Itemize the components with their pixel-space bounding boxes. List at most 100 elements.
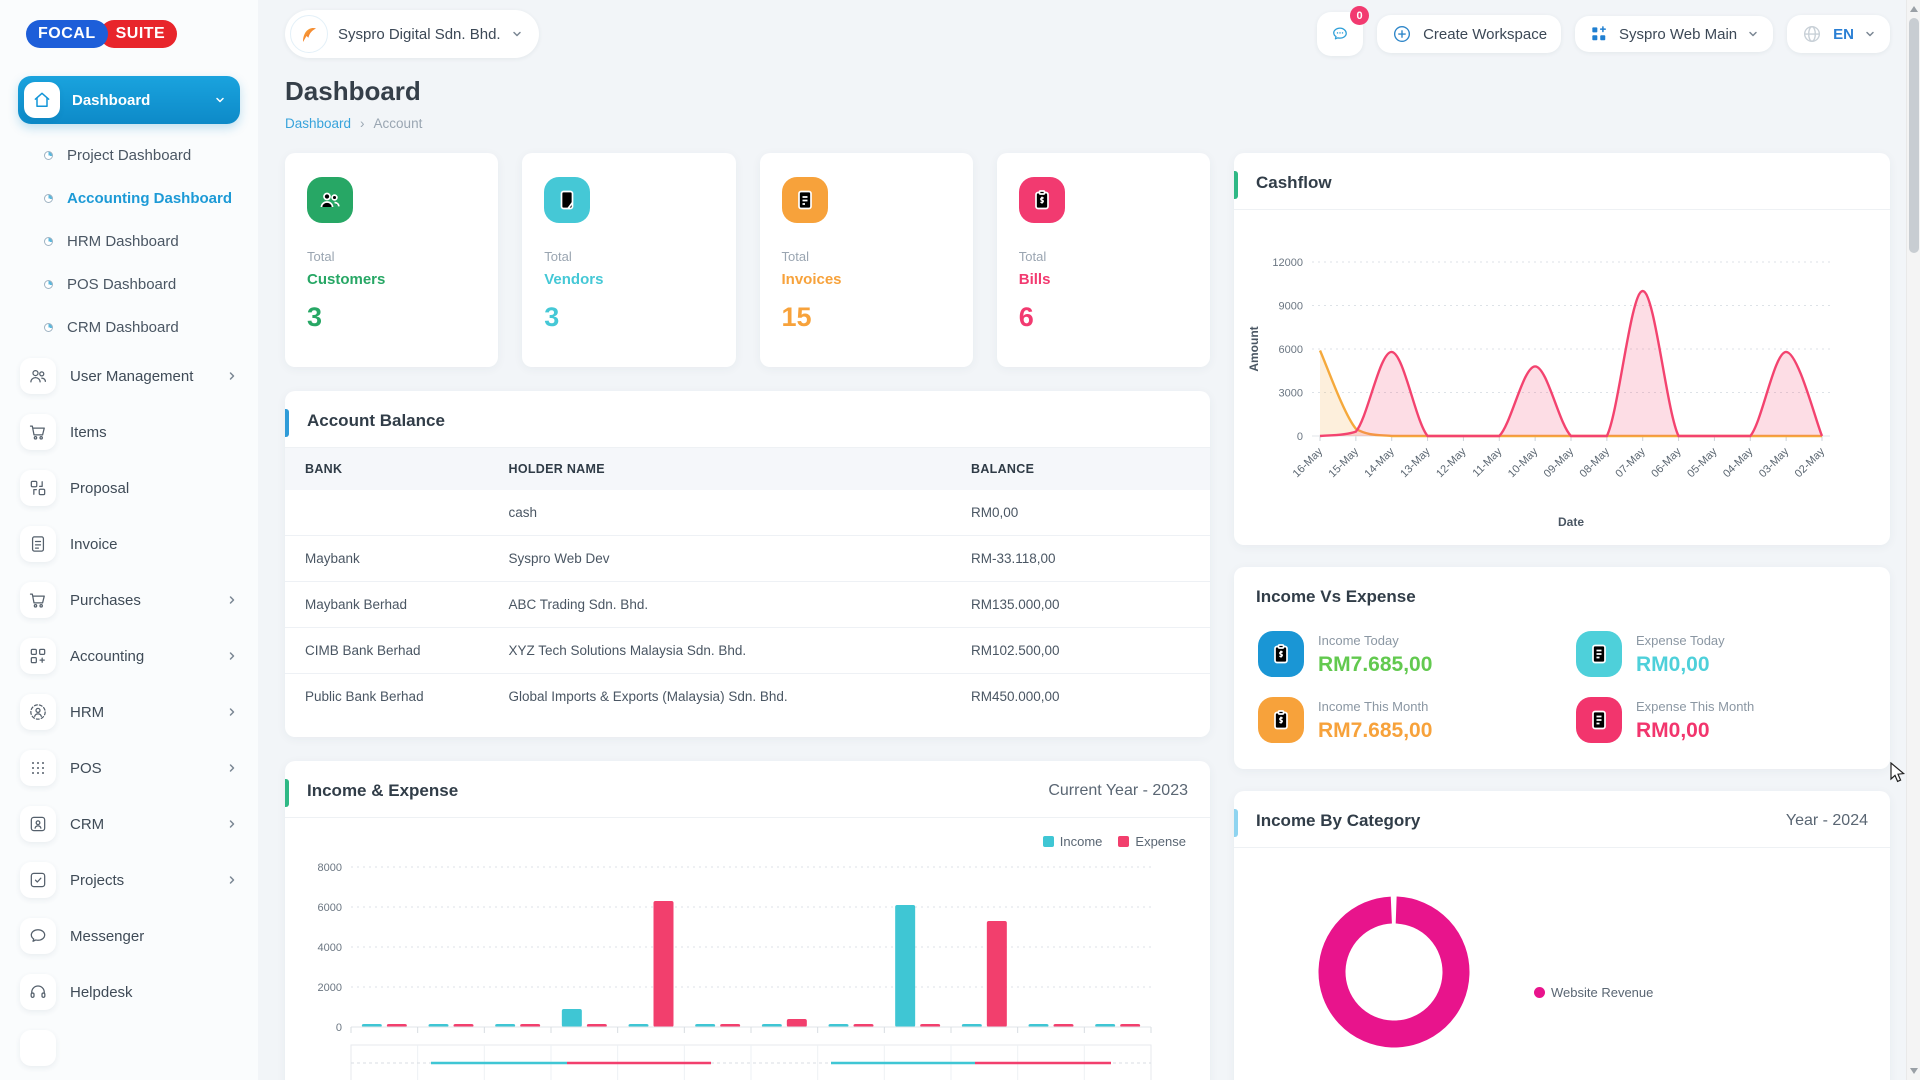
breadcrumb-dashboard[interactable]: Dashboard bbox=[285, 116, 351, 131]
sidebar-item-invoice[interactable]: Invoice bbox=[18, 521, 240, 567]
cell-bank: Maybank bbox=[285, 535, 489, 582]
messages-button[interactable]: 0 bbox=[1317, 6, 1370, 56]
stat-card-vendors: Total Vendors 3 bbox=[522, 153, 736, 367]
legend-dot bbox=[1534, 986, 1545, 998]
expense-file-icon bbox=[1576, 631, 1622, 677]
page-title: Dashboard bbox=[285, 76, 421, 106]
customers-icon bbox=[307, 177, 353, 223]
stat-card-bills: Total Bills 6 bbox=[996, 153, 1210, 367]
page-scrollbar[interactable] bbox=[1906, 0, 1920, 1080]
stat-card-invoices: Total Invoices 15 bbox=[759, 153, 973, 367]
cell-balance: RM450.000,00 bbox=[971, 689, 1060, 704]
grid-plus-icon bbox=[1592, 26, 1607, 41]
cell-holder: ABC Trading Sdn. Bhd. bbox=[488, 581, 951, 628]
svg-text:8000: 8000 bbox=[318, 862, 342, 874]
cell-holder: Syspro Web Dev bbox=[488, 535, 951, 582]
mouse-cursor bbox=[1890, 762, 1906, 783]
svg-text:9000: 9000 bbox=[1279, 301, 1303, 313]
bullet-icon bbox=[44, 280, 53, 289]
stat-prefix: Total bbox=[544, 249, 572, 264]
folder-icon bbox=[20, 1030, 56, 1066]
accent-bar bbox=[1234, 809, 1238, 837]
scrollbar-thumb[interactable] bbox=[1909, 18, 1919, 253]
dashboard-content: Total Customers 3 Total Vendors 3 Total … bbox=[285, 153, 1890, 1080]
ive-label: Expense This Month bbox=[1636, 698, 1755, 714]
app-logo: FOCAL SUITE bbox=[26, 20, 240, 48]
sidebar-item-user-management[interactable]: User Management bbox=[18, 353, 240, 399]
scroll-down-icon[interactable] bbox=[1910, 1068, 1918, 1074]
cell-balance: RM135.000,00 bbox=[951, 581, 1210, 628]
sidebar-item-projects[interactable]: Projects bbox=[18, 857, 240, 903]
cashflow-card: Cashflow 0 3000 6000 9000 12000 16-May 15-May 1… bbox=[1234, 153, 1890, 545]
legend-expense: Expense bbox=[1118, 834, 1186, 849]
cell-holder: XYZ Tech Solutions Malaysia Sdn. Bhd. bbox=[488, 627, 951, 674]
breadcrumb-separator: › bbox=[360, 116, 365, 131]
create-workspace-button[interactable]: Create Workspace bbox=[1377, 15, 1562, 53]
chevron-down-icon bbox=[512, 31, 521, 37]
income-today: Income Today RM7.685,00 bbox=[1258, 631, 1548, 677]
sidebar-item-proposal[interactable]: Proposal bbox=[18, 465, 240, 511]
table-row: Maybank Berhad ABC Trading Sdn. Bhd. RM135… bbox=[285, 581, 1210, 628]
donut-area: Website Revenue bbox=[1234, 848, 1890, 1080]
ive-label: Income This Month bbox=[1318, 698, 1429, 714]
income-vs-expense-card: Income Vs Expense Income Today RM7.685,00… bbox=[1234, 567, 1890, 769]
sidebar-item-partial[interactable] bbox=[18, 1025, 240, 1071]
sidebar-item-label: CRM Dashboard bbox=[67, 319, 179, 336]
sidebar-item-label: Accounting bbox=[70, 647, 145, 665]
svg-text:06-May: 06-May bbox=[1649, 445, 1684, 480]
sidebar-item-accounting-dashboard[interactable]: Accounting Dashboard bbox=[18, 177, 240, 220]
sidebar-item-messenger[interactable]: Messenger bbox=[18, 913, 240, 959]
sidebar-item-accounting[interactable]: Accounting bbox=[18, 633, 240, 679]
sidebar-item-label: Purchases bbox=[70, 591, 141, 609]
cell-holder: Global Imports & Exports (Malaysia) Sdn.… bbox=[508, 689, 788, 704]
income-vs-expense-title: Income Vs Expense bbox=[1256, 587, 1416, 606]
sidebar-item-purchases[interactable]: Purchases bbox=[18, 577, 240, 623]
dots-grid-icon bbox=[20, 750, 56, 786]
sidebar-item-hrm-dashboard[interactable]: HRM Dashboard bbox=[18, 220, 240, 263]
sidebar-item-label: HRM Dashboard bbox=[67, 233, 179, 250]
income-expense-title: Income & Expense bbox=[307, 781, 459, 800]
cell-bank: Public Bank Berhad bbox=[305, 689, 424, 704]
svg-text:08-May: 08-May bbox=[1578, 445, 1613, 480]
chevron-down-icon bbox=[1749, 31, 1757, 37]
svg-text:05-May: 05-May bbox=[1685, 445, 1720, 480]
sidebar-item-hrm[interactable]: HRM bbox=[18, 689, 240, 735]
svg-text:12-May: 12-May bbox=[1434, 445, 1469, 480]
accent-bar bbox=[285, 779, 289, 807]
chevron-right-icon bbox=[229, 652, 235, 660]
ive-label: Expense Today bbox=[1636, 632, 1725, 648]
sidebar-item-pos-dashboard[interactable]: POS Dashboard bbox=[18, 263, 240, 306]
sidebar-item-dashboard[interactable]: Dashboard bbox=[18, 76, 240, 124]
app-switcher[interactable]: Syspro Web Main bbox=[1575, 16, 1774, 52]
sidebar-item-items[interactable]: Items bbox=[18, 409, 240, 455]
svg-text:11-May: 11-May bbox=[1471, 445, 1505, 479]
income-by-category-title: Income By Category bbox=[1256, 811, 1421, 830]
plus-circle-icon bbox=[1394, 25, 1411, 43]
table-row: Public Bank Berhad Global Imports & Expor… bbox=[285, 674, 1210, 720]
legend-income: Income bbox=[1042, 834, 1102, 849]
scroll-up-icon[interactable] bbox=[1910, 6, 1918, 12]
globe-icon bbox=[1804, 25, 1821, 43]
income-this-month: Income This Month RM7.685,00 bbox=[1258, 697, 1548, 743]
chevron-right-icon bbox=[229, 372, 235, 380]
check-square-icon bbox=[20, 862, 56, 898]
sidebar-item-helpdesk[interactable]: Helpdesk bbox=[18, 969, 240, 1015]
chevron-down-icon bbox=[1866, 31, 1874, 37]
workspace-logo-icon bbox=[290, 15, 328, 53]
grid-plus-icon bbox=[20, 638, 56, 674]
legend-label: Website Revenue bbox=[1551, 984, 1654, 1000]
language-selector[interactable]: EN bbox=[1787, 15, 1890, 53]
sidebar-item-crm[interactable]: CRM bbox=[18, 801, 240, 847]
home-icon bbox=[24, 82, 60, 118]
workspace-selector[interactable]: Syspro Digital Sdn. Bhd. bbox=[285, 10, 539, 58]
cell-balance: RM102.500,00 bbox=[951, 627, 1210, 674]
sidebar-item-project-dashboard[interactable]: Project Dashboard bbox=[18, 134, 240, 177]
stat-prefix: Total bbox=[781, 249, 809, 264]
cell-balance: RM0,00 bbox=[951, 490, 1210, 536]
income-by-category-card: Income By Category Year - 2024 Website R… bbox=[1234, 791, 1890, 1080]
sidebar-item-pos[interactable]: POS bbox=[18, 745, 240, 791]
svg-text:6000: 6000 bbox=[318, 902, 342, 914]
headset-icon bbox=[20, 974, 56, 1010]
sidebar-item-crm-dashboard[interactable]: CRM Dashboard bbox=[18, 306, 240, 349]
svg-text:07-May: 07-May bbox=[1613, 445, 1648, 480]
